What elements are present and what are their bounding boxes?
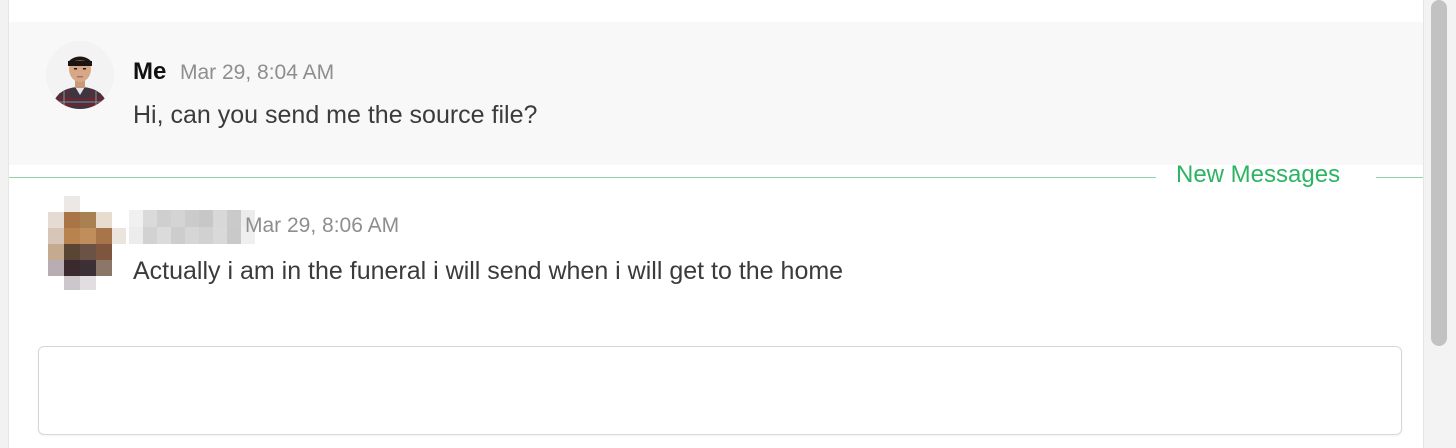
top-strip bbox=[9, 0, 1423, 22]
left-panel-edge bbox=[0, 0, 9, 448]
chat-window: Me Mar 29, 8:04 AM Hi, can you send me t… bbox=[0, 0, 1456, 448]
user-photo-icon[interactable] bbox=[46, 41, 114, 109]
sender-name-redacted bbox=[129, 210, 255, 244]
message-text: Actually i am in the funeral i will send… bbox=[133, 257, 844, 285]
pixelated-avatar-icon[interactable] bbox=[46, 196, 126, 290]
new-messages-divider-line bbox=[9, 177, 1156, 178]
sender-name: Me bbox=[133, 58, 167, 85]
scrollbar-thumb[interactable] bbox=[1431, 0, 1447, 346]
message-timestamp: Mar 29, 8:04 AM bbox=[180, 61, 335, 84]
new-messages-divider-line-right bbox=[1376, 177, 1423, 178]
new-messages-label: New Messages bbox=[1176, 161, 1341, 188]
message-timestamp: Mar 29, 8:06 AM bbox=[245, 214, 400, 237]
message-text: Hi, can you send me the source file? bbox=[133, 101, 538, 129]
message-item-me bbox=[9, 22, 1423, 165]
message-input[interactable] bbox=[38, 346, 1402, 435]
